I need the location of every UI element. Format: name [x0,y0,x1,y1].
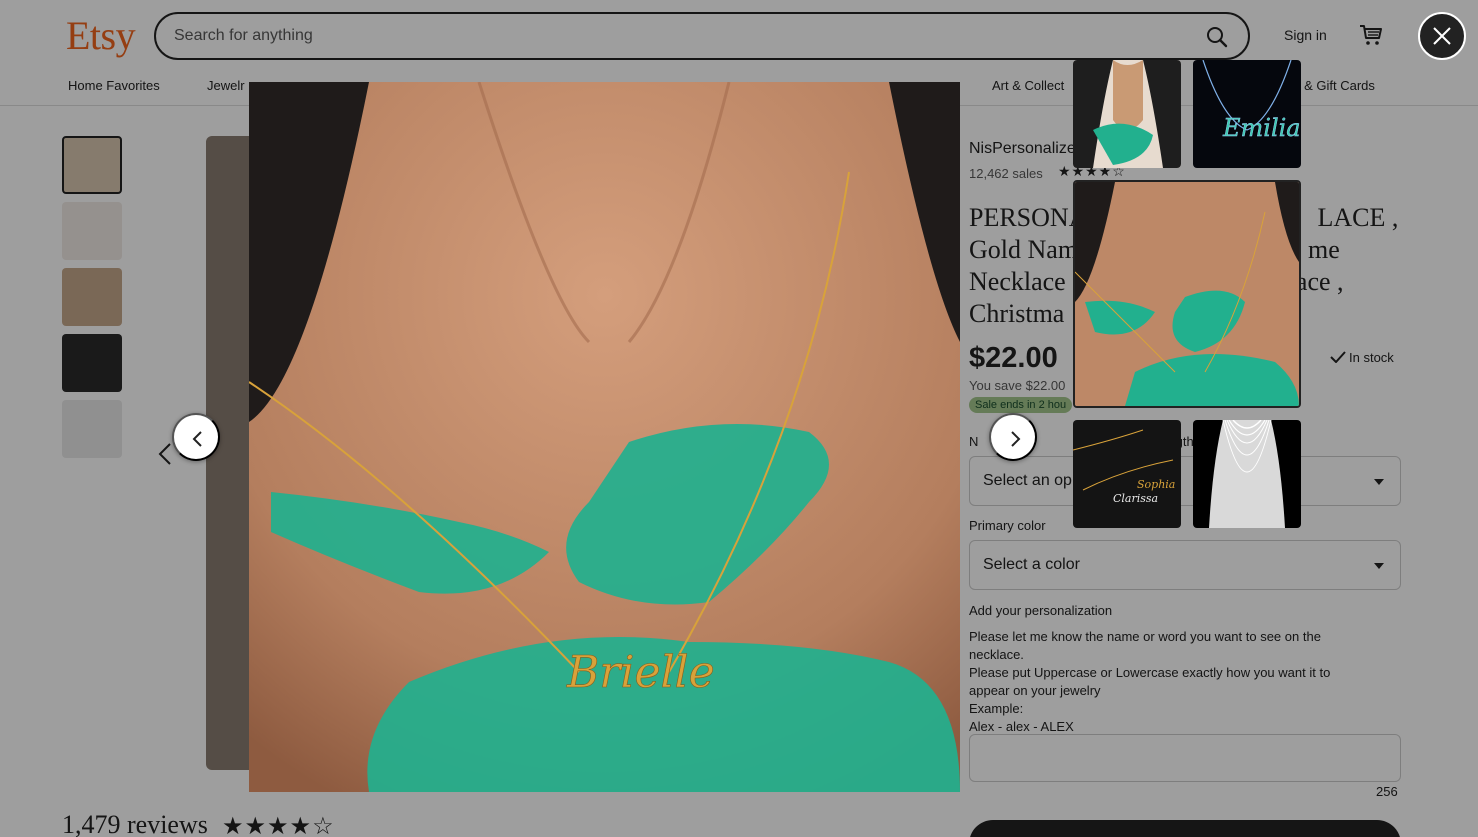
chevron-right-icon [1011,431,1021,447]
previous-image-button[interactable] [172,413,220,461]
svg-text:Sophia: Sophia [1137,478,1175,491]
next-image-button[interactable] [989,413,1037,461]
close-lightbox-button[interactable] [1418,12,1466,60]
lightbox-thumbnail[interactable] [1073,60,1181,168]
lightbox-thumbnail[interactable] [1193,420,1301,528]
svg-text:Emilia: Emilia [1222,114,1301,142]
lightbox-thumbnail[interactable]: Clarissa Sophia [1073,420,1181,528]
lightbox-thumbnail[interactable]: Emilia [1193,60,1301,168]
lightbox-main-photo: Brielle [249,82,960,792]
necklace-name-text: Brielle [566,647,715,698]
chevron-left-icon [192,431,202,447]
svg-text:Clarissa: Clarissa [1113,492,1158,505]
close-icon [1433,27,1451,45]
lightbox-thumbnail-selected[interactable] [1073,180,1301,408]
